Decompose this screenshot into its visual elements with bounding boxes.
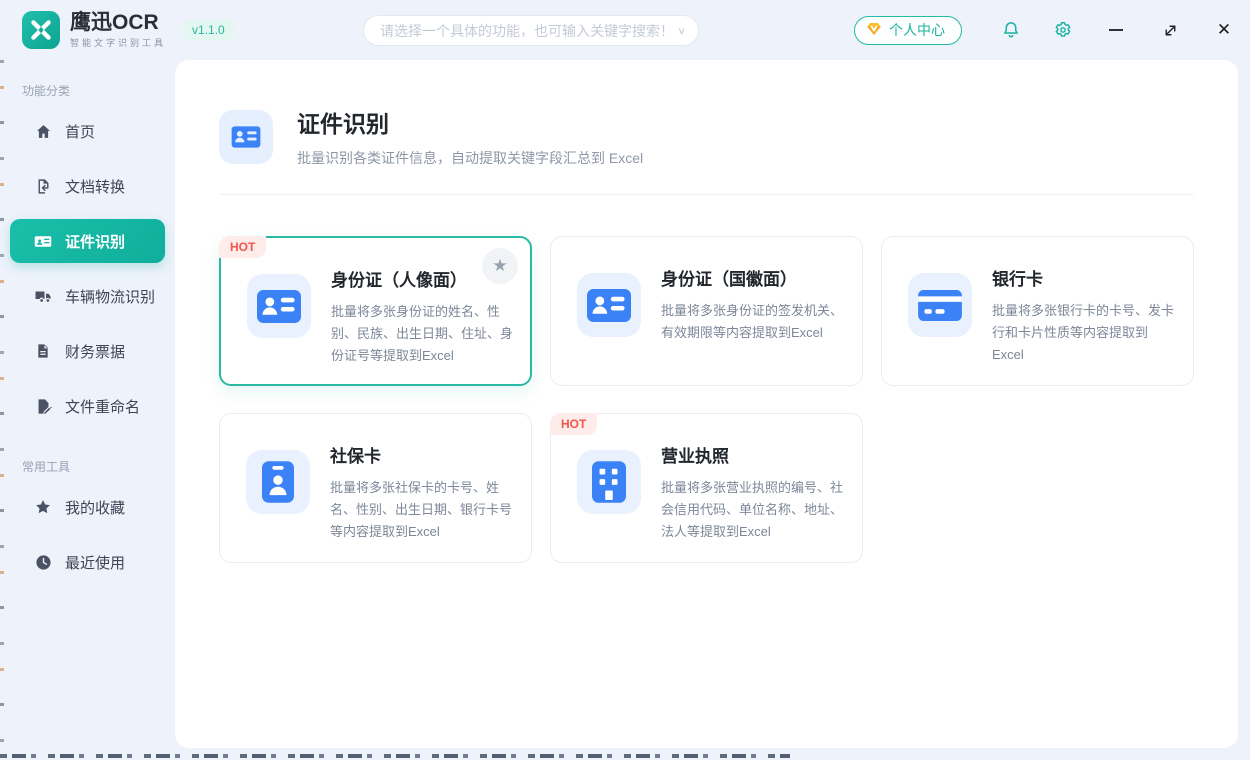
chevron-down-icon: ∨ [677, 25, 686, 36]
user-center-label: 个人中心 [889, 20, 945, 40]
sidebar-item-doc-convert[interactable]: 文档转换 [10, 164, 165, 208]
topbar-actions: 个人中心 ✕ [854, 0, 1236, 60]
page-header: 证件识别 批量识别各类证件信息，自动提取关键字段汇总到 Excel [219, 60, 1194, 168]
card-title: 营业执照 [661, 442, 846, 467]
app-logo: 鹰迅OCR 智能文字识别工具 [22, 11, 166, 49]
search-placeholder: 请选择一个具体的功能，也可输入关键字搜索！ [380, 21, 677, 41]
brand-logo-icon [22, 11, 60, 49]
function-search-select[interactable]: 请选择一个具体的功能，也可输入关键字搜索！ ∨ [363, 15, 699, 46]
sidebar-item-label: 车辆物流识别 [65, 286, 155, 307]
app-window: 鹰迅OCR 智能文字识别工具 v1.1.0 请选择一个具体的功能，也可输入关键字… [0, 0, 1250, 760]
sidebar-section-common: 常用工具 [22, 458, 175, 475]
vip-gem-icon [865, 20, 883, 41]
star-icon: ★ [492, 256, 507, 276]
building-icon [592, 461, 626, 503]
doc-convert-icon [34, 177, 52, 195]
hot-badge: HOT [550, 413, 597, 435]
sidebar-item-label: 首页 [65, 121, 95, 142]
card-business-license[interactable]: HOT 营业执照 批量将多张营业执照的编号、社会信用代码、单位名称、地址、法人等… [550, 413, 863, 563]
version-badge: v1.1.0 [182, 20, 235, 40]
card-social-security[interactable]: 社保卡 批量将多张社保卡的卡号、姓名、性别、出生日期、银行卡号等内容提取到Exc… [219, 413, 532, 563]
card-body: 身份证（国徽面） 批量将多张身份证的签发机关、有效期限等内容提取到Excel [661, 263, 846, 385]
bank-card-icon [918, 290, 962, 321]
sidebar-item-file-rename[interactable]: 文件重命名 [10, 384, 165, 428]
clock-icon [34, 553, 52, 571]
sidebar-item-financial-receipts[interactable]: 财务票据 [10, 329, 165, 373]
social-card-icon [262, 461, 294, 503]
card-bank-card[interactable]: 银行卡 批量将多张银行卡的卡号、发卡行和卡片性质等内容提取到Excel [881, 236, 1194, 386]
file-rename-icon [34, 397, 52, 415]
home-icon [34, 122, 52, 140]
card-body: 营业执照 批量将多张营业执照的编号、社会信用代码、单位名称、地址、法人等提取到E… [661, 440, 846, 562]
notification-bell-icon[interactable] [1000, 19, 1022, 41]
card-icon-box [246, 450, 310, 514]
minimize-icon [1109, 29, 1123, 31]
sidebar-item-label: 文件重命名 [65, 396, 140, 417]
settings-gear-icon[interactable] [1052, 19, 1074, 41]
truck-icon [34, 287, 52, 305]
background-window-edge-bottom [0, 754, 790, 758]
card-description: 批量将多张身份证的姓名、性别、民族、出生日期、住址、身份证号等提取到Excel [331, 301, 514, 366]
resize-button[interactable] [1158, 18, 1182, 42]
app-title: 鹰迅OCR [70, 12, 166, 34]
app-tagline: 智能文字识别工具 [70, 36, 166, 49]
sidebar-item-label: 最近使用 [65, 552, 125, 573]
user-center-button[interactable]: 个人中心 [854, 16, 962, 45]
main-panel: 证件识别 批量识别各类证件信息，自动提取关键字段汇总到 Excel HOT ★ … [175, 60, 1238, 748]
resize-icon [1162, 22, 1179, 39]
page-header-text: 证件识别 批量识别各类证件信息，自动提取关键字段汇总到 Excel [297, 105, 643, 168]
card-icon-box [577, 450, 641, 514]
sidebar-item-label: 文档转换 [65, 176, 125, 197]
id-card-person-icon [587, 289, 631, 322]
sidebar-item-vehicle-logistics[interactable]: 车辆物流识别 [10, 274, 165, 318]
page-header-icon-box [219, 110, 273, 164]
card-icon-box [247, 274, 311, 338]
sidebar-item-recent[interactable]: 最近使用 [10, 540, 165, 584]
sidebar-section-tools: 功能分类 [22, 82, 175, 99]
card-body: 社保卡 批量将多张社保卡的卡号、姓名、性别、出生日期、银行卡号等内容提取到Exc… [330, 440, 515, 562]
id-card-icon [34, 232, 52, 250]
function-cards-grid: HOT ★ 身份证（人像面） 批量将多张身份证的姓名、性别、民族、出生日期、住址… [219, 236, 1194, 563]
favorite-star-button[interactable]: ★ [482, 248, 518, 284]
sidebar-item-id-recognition[interactable]: 证件识别 [10, 219, 165, 263]
card-idcard-portrait[interactable]: HOT ★ 身份证（人像面） 批量将多张身份证的姓名、性别、民族、出生日期、住址… [219, 236, 532, 386]
sidebar-item-favorites[interactable]: 我的收藏 [10, 485, 165, 529]
close-icon: ✕ [1217, 20, 1231, 40]
sidebar-item-label: 我的收藏 [65, 497, 125, 518]
page-subtitle: 批量识别各类证件信息，自动提取关键字段汇总到 Excel [297, 148, 643, 168]
id-card-icon [231, 122, 261, 152]
close-button[interactable]: ✕ [1212, 18, 1236, 42]
page-title: 证件识别 [297, 105, 643, 139]
header-divider [219, 194, 1194, 195]
card-idcard-emblem[interactable]: 身份证（国徽面） 批量将多张身份证的签发机关、有效期限等内容提取到Excel [550, 236, 863, 386]
id-card-person-icon [257, 290, 301, 323]
background-window-edge-left [0, 60, 4, 760]
card-description: 批量将多张社保卡的卡号、姓名、性别、出生日期、银行卡号等内容提取到Excel [330, 477, 515, 542]
card-body: 身份证（人像面） 批量将多张身份证的姓名、性别、民族、出生日期、住址、身份证号等… [331, 264, 514, 384]
receipt-icon [34, 342, 52, 360]
hot-badge: HOT [219, 236, 266, 258]
card-description: 批量将多张银行卡的卡号、发卡行和卡片性质等内容提取到Excel [992, 300, 1177, 365]
sidebar-item-label: 证件识别 [65, 231, 125, 252]
star-icon [34, 498, 52, 516]
card-icon-box [908, 273, 972, 337]
card-description: 批量将多张身份证的签发机关、有效期限等内容提取到Excel [661, 300, 846, 344]
card-title: 银行卡 [992, 265, 1177, 290]
card-body: 银行卡 批量将多张银行卡的卡号、发卡行和卡片性质等内容提取到Excel [992, 263, 1177, 385]
brand-text: 鹰迅OCR 智能文字识别工具 [70, 12, 166, 49]
topbar: 鹰迅OCR 智能文字识别工具 v1.1.0 请选择一个具体的功能，也可输入关键字… [0, 0, 1250, 60]
sidebar-item-label: 财务票据 [65, 341, 125, 362]
card-description: 批量将多张营业执照的编号、社会信用代码、单位名称、地址、法人等提取到Excel [661, 477, 846, 542]
card-icon-box [577, 273, 641, 337]
card-title: 身份证（国徽面） [661, 265, 846, 290]
sidebar-item-home[interactable]: 首页 [10, 109, 165, 153]
sidebar: 功能分类 首页 文档转换 证件识别 车辆物流识别 财务票据 文件重命名 常用工具 [0, 60, 175, 760]
minimize-button[interactable] [1104, 18, 1128, 42]
card-title: 社保卡 [330, 442, 515, 467]
